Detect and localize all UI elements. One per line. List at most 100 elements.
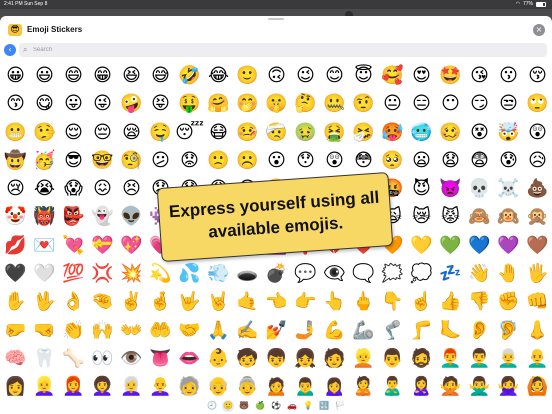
emoji-sticker[interactable]: 😜 — [88, 90, 117, 118]
emoji-sticker[interactable]: 👧 — [291, 345, 320, 373]
emoji-sticker[interactable]: 😍 — [407, 62, 436, 90]
emoji-sticker[interactable]: 💌 — [30, 232, 59, 260]
emoji-sticker[interactable]: 🙉 — [494, 203, 523, 231]
emoji-sticker[interactable]: 🤘 — [204, 288, 233, 316]
emoji-sticker[interactable]: 💭 — [407, 260, 436, 288]
emoji-sticker[interactable]: 💋 — [1, 232, 30, 260]
emoji-sticker[interactable]: 🤠 — [1, 147, 30, 175]
emoji-sticker[interactable]: 😚 — [523, 62, 552, 90]
emoji-sticker[interactable]: 😖 — [88, 175, 117, 203]
emoji-sticker[interactable]: 🤔 — [291, 90, 320, 118]
emoji-sticker[interactable]: 💪 — [320, 317, 349, 345]
emoji-sticker[interactable]: 🥵 — [378, 119, 407, 147]
emoji-sticker[interactable]: 🧠 — [1, 345, 30, 373]
emoji-sticker[interactable]: 🤕 — [262, 119, 291, 147]
emoji-sticker[interactable]: 🧔 — [407, 345, 436, 373]
emoji-sticker[interactable]: 🤨 — [349, 90, 378, 118]
emoji-sticker[interactable]: 🤫 — [262, 90, 291, 118]
emoji-sticker[interactable]: 👐 — [117, 317, 146, 345]
emoji-sticker[interactable]: 👆 — [320, 288, 349, 316]
emoji-sticker[interactable]: 🥶 — [407, 119, 436, 147]
emoji-sticker[interactable]: 👨‍🦳 — [494, 345, 523, 373]
emoji-sticker[interactable]: 😙 — [1, 90, 30, 118]
emoji-sticker[interactable]: 👍 — [436, 288, 465, 316]
emoji-sticker[interactable]: 😬 — [1, 119, 30, 147]
emoji-sticker[interactable]: 😨 — [465, 147, 494, 175]
emoji-sticker[interactable]: 💘 — [59, 232, 88, 260]
emoji-sticker[interactable]: 👨‍🦲 — [523, 345, 552, 373]
emoji-sticker[interactable]: 🤐 — [320, 90, 349, 118]
emoji-sticker[interactable]: 👹 — [30, 203, 59, 231]
emoji-sticker[interactable]: 🙁 — [204, 147, 233, 175]
emoji-sticker[interactable]: 😕 — [146, 147, 175, 175]
emoji-sticker[interactable]: 😋 — [30, 90, 59, 118]
emoji-sticker[interactable]: 💩 — [523, 175, 552, 203]
emoji-sticker[interactable]: 🤟 — [175, 288, 204, 316]
emoji-sticker[interactable]: 😦 — [407, 147, 436, 175]
emoji-sticker[interactable]: 💚 — [436, 232, 465, 260]
emoji-sticker[interactable]: 👃 — [523, 317, 552, 345]
emoji-sticker[interactable]: 😐 — [378, 90, 407, 118]
emoji-sticker[interactable]: 😱 — [59, 175, 88, 203]
emoji-sticker[interactable]: 👨‍🦰 — [436, 345, 465, 373]
emoji-sticker[interactable]: 🙄 — [523, 90, 552, 118]
emoji-sticker[interactable]: 👶 — [204, 345, 233, 373]
emoji-sticker[interactable]: 👀 — [88, 345, 117, 373]
emoji-sticker[interactable]: 🥺 — [378, 147, 407, 175]
search-input[interactable] — [33, 43, 533, 57]
emoji-sticker[interactable]: 😊 — [320, 62, 349, 90]
emoji-sticker[interactable]: 👁️ — [117, 345, 146, 373]
emoji-sticker[interactable]: 💬 — [291, 260, 320, 288]
emoji-sticker[interactable]: 🤭 — [233, 90, 262, 118]
emoji-sticker[interactable]: 🙏 — [204, 317, 233, 345]
emoji-sticker[interactable]: 😲 — [523, 119, 552, 147]
emoji-sticker[interactable]: 🤡 — [1, 203, 30, 231]
emoji-sticker[interactable]: 🤓 — [88, 147, 117, 175]
emoji-sticker[interactable]: 🤯 — [494, 119, 523, 147]
emoji-sticker[interactable]: 💝 — [88, 232, 117, 260]
emoji-sticker[interactable]: 🖐️ — [523, 260, 552, 288]
emoji-sticker[interactable]: 🙂 — [233, 62, 262, 90]
emoji-sticker[interactable]: 👱 — [349, 345, 378, 373]
emoji-sticker[interactable]: 🦾 — [349, 317, 378, 345]
emoji-sticker[interactable]: 😁 — [88, 62, 117, 90]
emoji-sticker[interactable]: 😟 — [175, 147, 204, 175]
emoji-sticker[interactable]: 🧒 — [233, 345, 262, 373]
emoji-sticker[interactable]: 😆 — [117, 62, 146, 90]
emoji-sticker[interactable]: 😗 — [494, 62, 523, 90]
emoji-sticker[interactable]: 👂 — [465, 317, 494, 345]
emoji-sticker[interactable]: 🦷 — [30, 345, 59, 373]
category-recent-icon[interactable]: 🕘 — [206, 400, 218, 412]
emoji-sticker[interactable]: 😣 — [117, 175, 146, 203]
emoji-sticker[interactable]: 😂 — [204, 62, 233, 90]
emoji-sticker[interactable]: ✋ — [1, 288, 30, 316]
emoji-sticker[interactable]: 🦻 — [494, 317, 523, 345]
emoji-sticker[interactable]: 🤜 — [30, 317, 59, 345]
emoji-sticker[interactable]: 🤑 — [175, 90, 204, 118]
emoji-sticker[interactable]: 😒 — [494, 90, 523, 118]
emoji-sticker[interactable]: 😝 — [146, 90, 175, 118]
emoji-sticker[interactable]: 💢 — [88, 260, 117, 288]
search-bar[interactable]: ⌕ — [19, 43, 547, 57]
category-activity-icon[interactable]: ⚽ — [270, 400, 282, 412]
emoji-sticker[interactable]: 😉 — [291, 62, 320, 90]
emoji-sticker[interactable]: ☝️ — [407, 288, 436, 316]
emoji-sticker[interactable]: 😅 — [146, 62, 175, 90]
emoji-sticker[interactable]: 🤪 — [117, 90, 146, 118]
emoji-sticker[interactable]: 🦵 — [407, 317, 436, 345]
emoji-sticker[interactable]: 👨 — [378, 345, 407, 373]
emoji-sticker[interactable]: ☠️ — [494, 175, 523, 203]
emoji-sticker[interactable]: 🥳 — [30, 147, 59, 175]
emoji-sticker[interactable]: 🤥 — [30, 119, 59, 147]
emoji-sticker[interactable]: 🤛 — [1, 317, 30, 345]
emoji-sticker[interactable]: 👽 — [117, 203, 146, 231]
emoji-sticker[interactable]: 👨‍🦱 — [465, 345, 494, 373]
emoji-sticker[interactable]: 💦 — [175, 260, 204, 288]
emoji-sticker[interactable]: 🤙 — [233, 288, 262, 316]
emoji-sticker[interactable]: 🙌 — [88, 317, 117, 345]
emoji-sticker[interactable]: 😥 — [523, 147, 552, 175]
emoji-sticker[interactable]: 🤞 — [146, 288, 175, 316]
emoji-sticker[interactable]: 😪 — [117, 119, 146, 147]
emoji-sticker[interactable]: 😶 — [436, 90, 465, 118]
emoji-sticker[interactable]: 😿 — [407, 203, 436, 231]
